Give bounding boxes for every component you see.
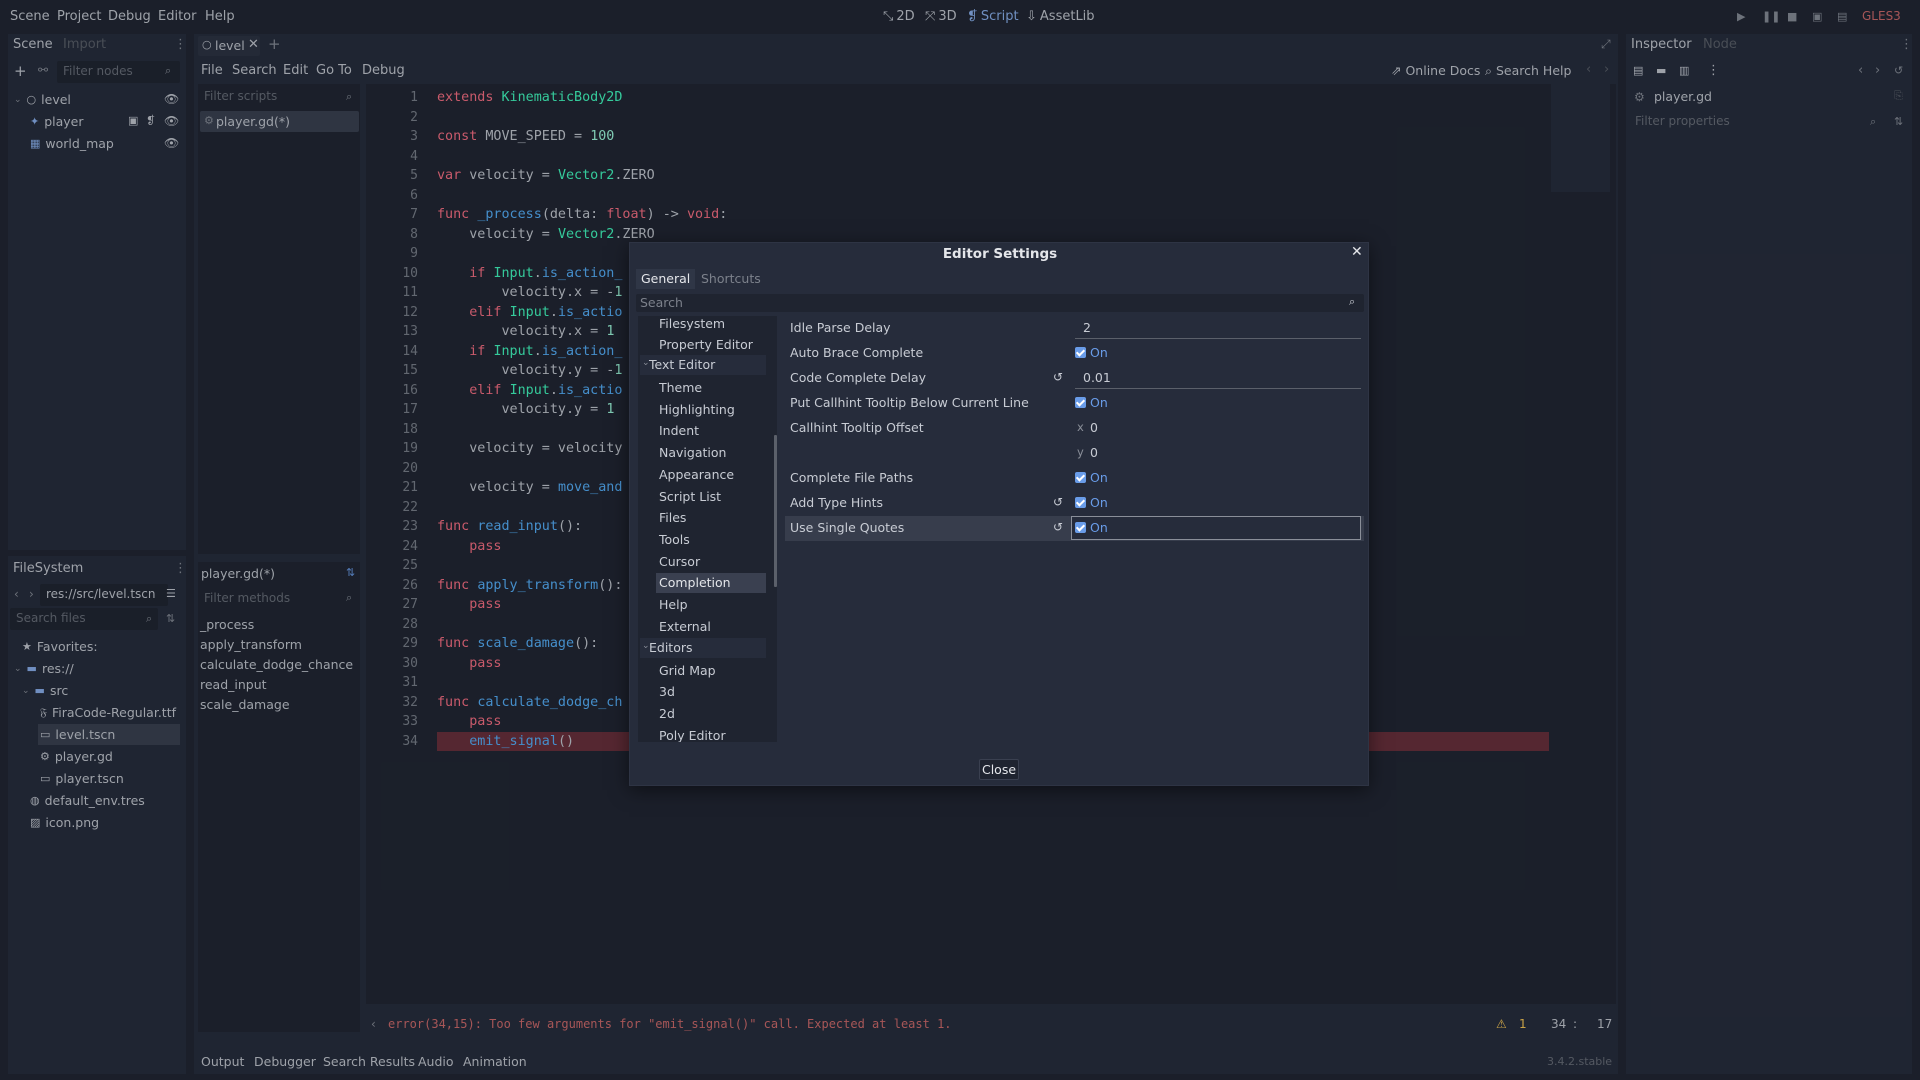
checkbox-checked [1075, 347, 1086, 358]
idle-parse-delay-slider[interactable]: 2 [1075, 318, 1361, 339]
setting-code-complete-delay: Code Complete Delay ↺ 0.01 [785, 366, 1364, 391]
category-filesystem[interactable]: Filesystem [659, 316, 725, 331]
category-tree[interactable]: Filesystem Property Editor ⌄ Text Editor… [638, 316, 777, 742]
setting-add-type-hints: Add Type Hints ↺ On [790, 495, 1108, 510]
use-single-quotes-checkbox[interactable]: On [1075, 520, 1108, 535]
callhint-below-checkbox[interactable]: On [1075, 395, 1108, 410]
category-text-editor: Text Editor [649, 357, 716, 372]
dialog-title: Editor Settings [942, 246, 1058, 262]
category-editors-row[interactable]: ⌄ Editors [640, 638, 766, 658]
category-tools[interactable]: Tools [659, 532, 690, 547]
settings-list: Idle Parse Delay 2 Auto Brace Complete O… [785, 316, 1364, 742]
setting-auto-brace-complete: Auto Brace Complete On [790, 345, 1108, 360]
tab-shortcuts[interactable]: Shortcuts [701, 271, 761, 286]
settings-search-input[interactable]: Search ⌕ [636, 294, 1364, 312]
setting-complete-file-paths: Complete File Paths On [790, 470, 1108, 485]
use-single-quotes-focus [1071, 516, 1361, 540]
search-icon: ⌕ [1349, 295, 1356, 308]
category-files[interactable]: Files [659, 510, 686, 525]
callhint-offset-x-field[interactable]: x 0 [1075, 418, 1361, 439]
code-complete-delay-field[interactable]: 0.01 [1075, 368, 1361, 389]
category-completion-row[interactable]: Completion [656, 573, 766, 593]
category-external[interactable]: External [659, 619, 711, 634]
tab-general[interactable]: General [636, 269, 696, 289]
setting-callhint-below: Put Callhint Tooltip Below Current Line … [790, 395, 1108, 410]
revert-icon[interactable]: ↺ [1053, 520, 1063, 534]
category-cursor[interactable]: Cursor [659, 554, 700, 569]
close-icon[interactable]: ✕ [1351, 244, 1363, 260]
category-indent[interactable]: Indent [659, 423, 699, 438]
editor-settings-dialog: Editor Settings ✕ General Shortcuts Sear… [629, 242, 1369, 786]
category-scrollbar[interactable] [774, 435, 777, 587]
category-highlighting[interactable]: Highlighting [659, 402, 735, 417]
checkbox-checked [1075, 522, 1086, 533]
checkbox-checked [1075, 397, 1086, 408]
category-appearance[interactable]: Appearance [659, 467, 734, 482]
category-theme[interactable]: Theme [659, 380, 702, 395]
category-poly-editor[interactable]: Poly Editor [659, 728, 726, 742]
revert-icon[interactable]: ↺ [1053, 370, 1063, 384]
category-completion: Completion [659, 575, 731, 590]
category-2d[interactable]: 2d [659, 706, 675, 721]
category-navigation[interactable]: Navigation [659, 445, 726, 460]
auto-brace-complete-checkbox[interactable]: On [1075, 345, 1108, 360]
setting-callhint-offset: Callhint Tooltip Offset x 0 y 0 [785, 416, 1364, 466]
category-3d[interactable]: 3d [659, 684, 675, 699]
category-grid-map[interactable]: Grid Map [659, 663, 716, 678]
category-help[interactable]: Help [659, 597, 688, 612]
checkbox-checked [1075, 497, 1086, 508]
close-button[interactable]: Close [979, 759, 1019, 780]
callhint-offset-y-field[interactable]: y 0 [1075, 443, 1361, 464]
category-editors: Editors [649, 640, 693, 655]
complete-file-paths-checkbox[interactable]: On [1075, 470, 1108, 485]
category-script-list[interactable]: Script List [659, 489, 721, 504]
category-property-editor[interactable]: Property Editor [659, 337, 753, 352]
category-text-editor-row[interactable]: ⌄ Text Editor [640, 355, 766, 375]
setting-use-single-quotes: Use Single Quotes ↺ On [785, 516, 1364, 541]
add-type-hints-checkbox[interactable]: On [1075, 495, 1108, 510]
revert-icon[interactable]: ↺ [1053, 495, 1063, 509]
setting-idle-parse-delay: Idle Parse Delay 2 [785, 316, 1364, 341]
checkbox-checked [1075, 472, 1086, 483]
